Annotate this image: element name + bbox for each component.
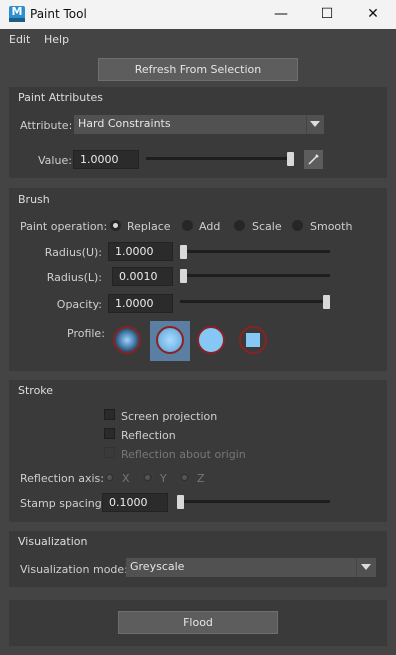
axis-z-label: Z: [197, 472, 205, 485]
opacity-slider-knob[interactable]: [323, 295, 330, 309]
radius-l-label: Radius(L):: [46, 271, 102, 284]
radio-axis-z[interactable]: [179, 472, 190, 483]
menu-help[interactable]: Help: [44, 33, 69, 46]
refresh-from-selection-button[interactable]: Refresh From Selection: [98, 58, 298, 81]
radio-scale[interactable]: [234, 220, 245, 231]
value-slider-track: [146, 157, 294, 160]
paint-operation-label: Paint operation:: [20, 220, 108, 233]
stroke-title: Stroke: [18, 384, 54, 397]
opacity-label: Opacity:: [56, 298, 102, 311]
radius-l-slider-knob[interactable]: [180, 269, 187, 283]
value-label: Value:: [38, 154, 72, 167]
operation-smooth-label: Smooth: [310, 220, 353, 233]
maya-app-icon: M: [9, 6, 25, 22]
flood-button[interactable]: Flood: [118, 611, 278, 634]
menu-edit[interactable]: Edit: [9, 33, 30, 46]
solid-brush-icon[interactable]: [197, 326, 225, 354]
attribute-label: Attribute:: [20, 119, 73, 132]
close-button[interactable]: ✕: [350, 0, 396, 29]
gaussian-brush-icon[interactable]: [113, 326, 141, 354]
square-brush-icon[interactable]: [239, 326, 267, 354]
paint-attributes-title: Paint Attributes: [18, 91, 104, 104]
radius-l-field[interactable]: 0.0010: [112, 267, 173, 286]
radius-l-slider[interactable]: [180, 269, 330, 283]
square-profile-fill: [246, 333, 260, 347]
value-slider-knob[interactable]: [287, 152, 294, 166]
radio-axis-y[interactable]: [142, 472, 153, 483]
stamp-spacing-field[interactable]: 0.1000: [102, 493, 168, 512]
visualization-mode-value: Greyscale: [130, 560, 185, 573]
close-icon: ✕: [367, 6, 379, 22]
radius-u-slider[interactable]: [180, 245, 330, 259]
title-bar[interactable]: M Paint Tool — ☐ ✕: [0, 0, 396, 29]
stamp-spacing-slider-knob[interactable]: [177, 495, 184, 509]
menu-bar: Edit Help: [0, 29, 396, 51]
reflection-about-origin-checkbox[interactable]: [104, 447, 115, 458]
eyedropper-button[interactable]: [304, 150, 323, 169]
screen-projection-label: Screen projection: [121, 410, 218, 423]
reflection-about-origin-label: Reflection about origin: [121, 448, 246, 461]
value-slider[interactable]: [146, 152, 294, 166]
value-field[interactable]: 1.0000: [73, 150, 139, 169]
opacity-slider[interactable]: [180, 295, 330, 309]
operation-scale-label: Scale: [252, 220, 282, 233]
stamp-spacing-label: Stamp spacing:: [20, 497, 106, 510]
radio-smooth[interactable]: [292, 220, 303, 231]
radius-u-label: Radius(U):: [44, 246, 102, 259]
radius-u-slider-knob[interactable]: [180, 245, 187, 259]
chevron-down-icon: [310, 121, 320, 127]
radio-axis-x[interactable]: [104, 472, 115, 483]
radius-l-slider-track: [180, 274, 330, 277]
brush-title: Brush: [18, 193, 50, 206]
operation-add-label: Add: [199, 220, 221, 233]
axis-x-label: X: [122, 472, 130, 485]
screen-projection-checkbox[interactable]: [104, 409, 115, 420]
visualization-title: Visualization: [18, 535, 88, 548]
radius-u-slider-track: [180, 250, 330, 253]
attribute-value: Hard Constraints: [78, 117, 171, 130]
radio-replace[interactable]: [110, 220, 121, 231]
stamp-spacing-slider[interactable]: [177, 495, 330, 509]
opacity-slider-track: [180, 300, 330, 303]
axis-y-label: Y: [160, 472, 167, 485]
radio-add[interactable]: [182, 220, 193, 231]
attribute-dropdown[interactable]: Hard Constraints: [74, 115, 324, 134]
reflection-axis-label: Reflection axis:: [20, 472, 104, 485]
opacity-field[interactable]: 1.0000: [108, 294, 173, 313]
reflection-checkbox[interactable]: [104, 428, 115, 439]
minimize-button[interactable]: —: [258, 0, 304, 29]
reflection-label: Reflection: [121, 429, 176, 442]
eyedropper-icon: [308, 154, 319, 165]
visualization-mode-label: Visualization mode:: [20, 563, 128, 576]
operation-replace-label: Replace: [127, 220, 171, 233]
maximize-icon: ☐: [320, 6, 334, 22]
window-title: Paint Tool: [30, 7, 87, 21]
stamp-spacing-slider-track: [177, 500, 330, 503]
radius-u-field[interactable]: 1.0000: [108, 242, 173, 261]
maximize-button[interactable]: ☐: [304, 0, 350, 29]
profile-label: Profile:: [67, 327, 105, 340]
chevron-down-icon: [361, 564, 371, 570]
minimize-icon: —: [274, 6, 288, 22]
visualization-mode-dropdown[interactable]: Greyscale: [126, 558, 376, 577]
soft-brush-icon[interactable]: [156, 326, 184, 354]
